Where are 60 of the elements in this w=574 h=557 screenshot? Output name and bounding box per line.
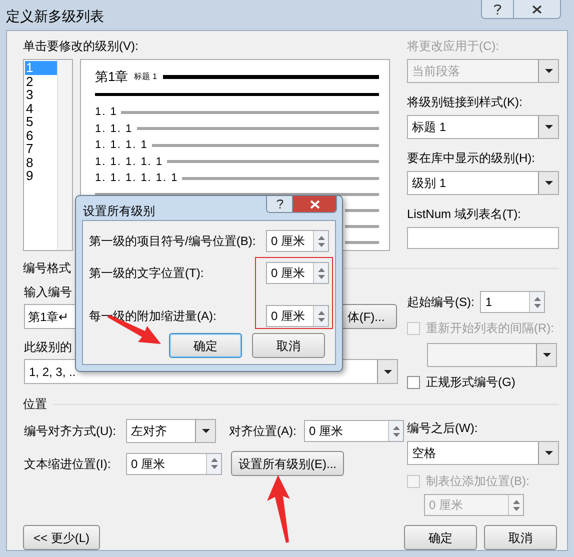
ok-button[interactable]: 确定 <box>404 525 477 550</box>
field-label: 起始编号(S): <box>407 294 474 311</box>
level-item[interactable]: 9 <box>25 169 57 182</box>
cancel-button[interactable]: 取消 <box>484 525 557 550</box>
preview-line <box>345 208 379 212</box>
dialog-title: 设置所有级别 <box>83 203 155 220</box>
help-button[interactable] <box>267 196 293 212</box>
preview-number: 1. 1. 1. 1. 1. 1 <box>95 171 178 186</box>
field-label: 将更改应用于(C): <box>407 38 500 55</box>
close-icon <box>532 4 542 14</box>
level-item[interactable]: 4 <box>25 102 57 115</box>
field-label: 要在库中显示的级别(H): <box>407 150 536 167</box>
preview-style-name: 标题 1 <box>134 70 157 83</box>
preview-number: 1. 1. 1 <box>95 122 133 137</box>
close-button[interactable] <box>293 196 336 212</box>
section-title: 位置 <box>23 396 47 413</box>
dropdown-button[interactable] <box>377 360 397 383</box>
set-all-levels-button[interactable]: 设置所有级别(E)... <box>231 451 344 476</box>
arrow-annotation <box>265 475 291 543</box>
ok-button[interactable]: 确定 <box>169 333 242 358</box>
cancel-button[interactable]: 取消 <box>252 333 325 358</box>
level-item[interactable]: 5 <box>25 115 57 128</box>
preview-heading-number: 第1章 <box>95 68 128 86</box>
level-item[interactable]: 7 <box>25 142 57 156</box>
help-button[interactable] <box>482 0 514 18</box>
field-label: 第一级的文字位置(T): <box>89 265 204 282</box>
caret-icon <box>384 370 392 374</box>
field-label: 输入编号 <box>24 284 72 301</box>
field-label: 此级别的 <box>24 339 72 356</box>
less-button[interactable]: << 更少(L) <box>23 525 100 550</box>
field-label: 编号对齐方式(U): <box>24 423 117 440</box>
level-item[interactable]: 8 <box>25 156 57 169</box>
field-label: 第一级的项目符号/编号位置(B): <box>89 233 256 250</box>
help-icon <box>493 4 502 14</box>
close-icon <box>310 200 320 208</box>
preview-line <box>345 240 379 244</box>
preview-number: 1. 1. 1. 1. 1 <box>95 154 164 170</box>
checkbox-label: 制表位添加位置(B): <box>426 473 530 490</box>
window-title: 定义新多级列表 <box>6 7 104 26</box>
preview-line <box>345 224 379 228</box>
level-item[interactable]: 2 <box>25 74 57 88</box>
level-item[interactable]: 3 <box>25 88 57 102</box>
close-button[interactable] <box>514 0 560 18</box>
field-label: 文本缩进位置(I): <box>24 456 112 472</box>
field-label: 编号之后(W): <box>407 420 479 437</box>
level-item[interactable]: 6 <box>25 128 57 142</box>
help-icon <box>276 199 284 209</box>
checkbox-label: 正规形式编号(G) <box>426 374 516 391</box>
preview-number: 1. 1 <box>95 105 118 120</box>
input-field[interactable] <box>407 227 559 249</box>
checkbox-label: 重新开始列表的间隔(R): <box>426 320 554 337</box>
field-label: 将级别链接到样式(K): <box>407 94 524 111</box>
field-label: 对齐位置(A): <box>229 423 298 440</box>
section-title: 编号格式 <box>23 260 71 277</box>
preview-number: 1. 1. 1. 1 <box>95 138 148 154</box>
caret-icon <box>542 353 550 357</box>
checkbox[interactable] <box>407 376 420 388</box>
field-label: ListNum 域列表名(T): <box>407 206 522 223</box>
field-label: 单击要修改的级别(V): <box>23 38 140 55</box>
scrollbar[interactable] <box>57 60 72 250</box>
